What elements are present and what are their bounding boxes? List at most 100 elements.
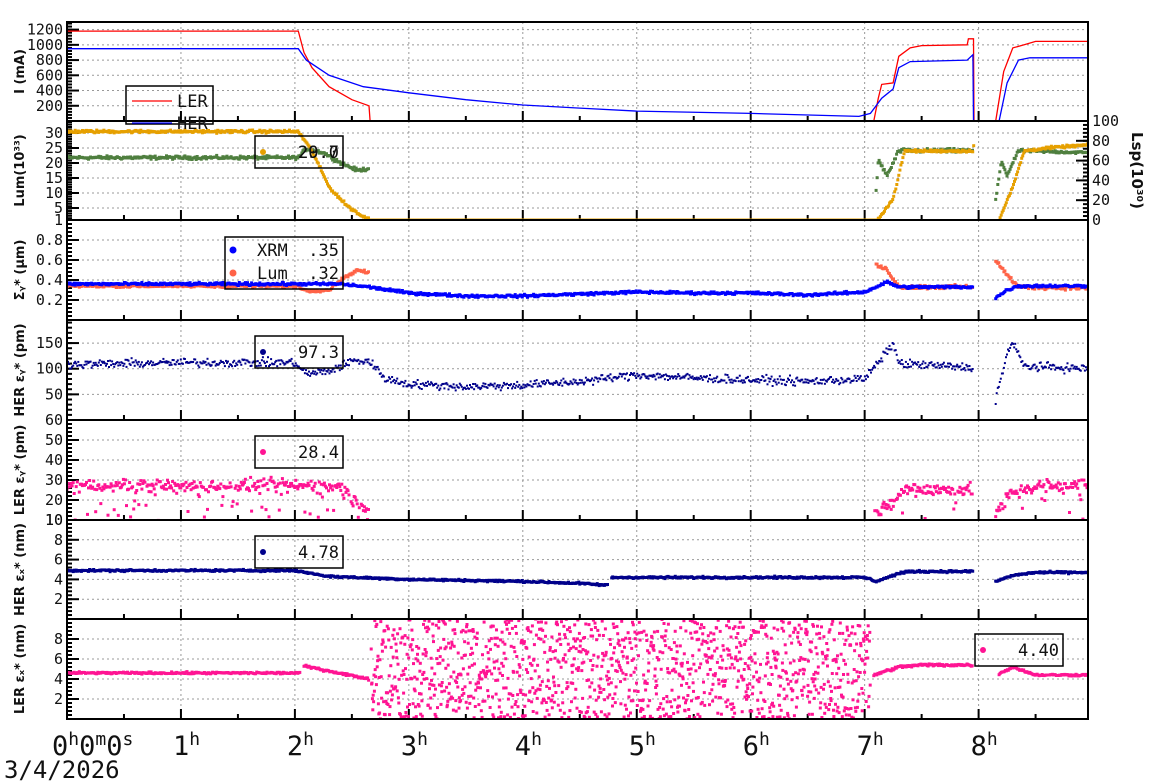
data-point (1082, 365, 1085, 368)
data-point (1003, 168, 1007, 172)
data-point (275, 359, 278, 362)
data-point (511, 387, 514, 390)
data-point (947, 362, 949, 365)
data-point (856, 375, 859, 377)
data-point (260, 359, 263, 362)
data-point (1004, 201, 1008, 205)
data-point (113, 365, 116, 368)
data-point (945, 365, 948, 368)
data-point (170, 363, 173, 366)
data-point (92, 479, 96, 483)
data-point (389, 377, 392, 380)
data-point (313, 372, 316, 375)
data-point (406, 385, 409, 388)
data-point (902, 152, 906, 156)
data-point (547, 379, 549, 382)
data-point (88, 479, 92, 482)
data-point (328, 372, 331, 375)
data-point (312, 370, 315, 373)
data-point (209, 484, 213, 488)
data-point (916, 363, 919, 366)
data-point (537, 382, 540, 385)
data-point (363, 361, 366, 364)
y-tick-label: 0.8 (36, 231, 63, 249)
data-point (140, 487, 144, 491)
data-point (267, 515, 271, 519)
data-point (966, 365, 969, 368)
data-point (1014, 177, 1017, 181)
y2-tick-label: 20 (1092, 191, 1110, 209)
data-point (998, 170, 1002, 174)
data-point (901, 156, 905, 160)
data-point (1009, 165, 1013, 169)
data-point (442, 382, 445, 385)
data-point (1059, 368, 1062, 371)
y-tick-label: 50 (45, 431, 63, 449)
data-point (99, 502, 103, 506)
data-point (291, 362, 294, 365)
data-point (346, 363, 348, 366)
data-point (935, 366, 938, 369)
data-point (539, 385, 542, 388)
data-point (258, 362, 261, 364)
data-point (257, 364, 260, 367)
data-point (904, 360, 907, 363)
data-point (701, 378, 704, 381)
y-axis-label: Lum(10³³) (13, 134, 28, 206)
data-point (997, 261, 1001, 265)
data-point (967, 368, 970, 371)
data-point (305, 369, 307, 372)
y2-tick-label: 40 (1092, 171, 1110, 189)
data-point (117, 364, 120, 367)
data-point (1033, 363, 1036, 366)
data-point (476, 384, 479, 387)
data-point (202, 515, 206, 519)
data-point (130, 357, 133, 360)
accelerator-monitor-chart: 20040060080010001200I (mA)151015202530Lu… (4, 21, 1146, 782)
data-point (127, 359, 130, 362)
data-point (666, 374, 668, 377)
data-point (265, 365, 267, 367)
data-point (213, 360, 216, 363)
data-point (711, 378, 714, 381)
data-point (708, 377, 710, 380)
data-point (580, 379, 583, 382)
data-point (164, 483, 167, 486)
data-point (1021, 360, 1024, 363)
data-point (112, 363, 115, 365)
data-point (223, 365, 226, 368)
data-point (201, 362, 204, 365)
data-point (996, 183, 1000, 186)
data-point (898, 168, 902, 172)
data-point (174, 363, 177, 366)
data-point (172, 489, 176, 493)
data-point (367, 270, 370, 274)
data-point (854, 377, 857, 379)
data-point (662, 374, 665, 377)
data-point (474, 383, 477, 385)
data-point (92, 361, 95, 364)
data-point (394, 382, 397, 385)
data-point (122, 482, 126, 486)
data-point (521, 387, 524, 390)
data-point (862, 379, 865, 382)
data-point (240, 363, 243, 366)
data-point (70, 484, 74, 488)
data-point (367, 358, 370, 361)
data-point (938, 367, 941, 369)
data-point (791, 379, 794, 382)
data-point (269, 475, 273, 479)
data-point (961, 362, 964, 365)
data-point (138, 365, 141, 368)
data-point (622, 372, 625, 375)
data-point (1012, 342, 1015, 345)
data-point (895, 353, 898, 356)
data-point (262, 477, 266, 481)
data-point (447, 388, 450, 391)
data-point (492, 385, 495, 388)
data-point (937, 364, 940, 367)
data-point (663, 378, 666, 381)
data-point (137, 360, 140, 363)
panel-frame (66, 120, 1089, 221)
data-point (135, 361, 138, 364)
